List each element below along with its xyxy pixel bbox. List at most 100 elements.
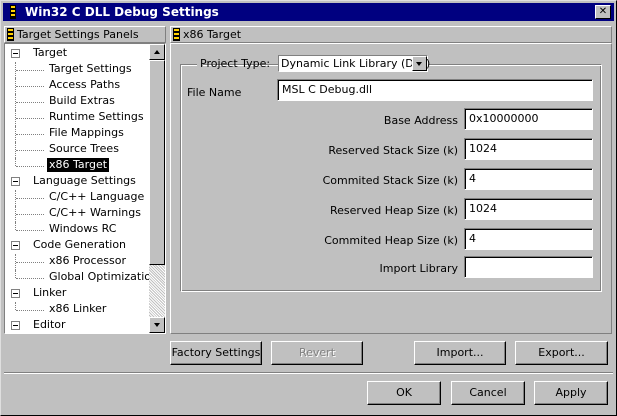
pin-icon [7,28,14,41]
scroll-thumb[interactable] [149,60,165,265]
project-type-legend: Project Type: [197,55,270,71]
collapse-icon[interactable] [11,321,20,330]
tree-item[interactable]: Source Trees [5,142,149,158]
close-icon: ✕ [598,6,608,17]
tree-item[interactable]: Global Optimizations [5,270,164,286]
scroll-up-button[interactable] [149,44,165,60]
tree-item-label-selected: x86 Target [47,158,110,172]
tree-item[interactable]: x86 Linker [5,302,149,318]
reserved-heap-field[interactable]: 1024 [464,198,593,220]
tree-connector [16,198,44,199]
tree-connector [15,158,16,166]
file-name-field[interactable]: MSL C Debug.dll [277,79,593,101]
apply-button[interactable]: Apply [534,381,608,405]
tree-item-label: x86 Processor [49,254,126,267]
commited-stack-field[interactable]: 4 [464,168,593,190]
cancel-button[interactable]: Cancel [451,381,525,405]
factory-settings-button[interactable]: Factory Settings [170,341,262,365]
base-address-label: Base Address [383,114,458,127]
ok-button[interactable]: OK [367,381,441,405]
tree-item[interactable]: C/C++ Warnings [5,206,149,222]
revert-button[interactable]: Revert [271,341,363,365]
tree-category-label: Linker [33,286,67,299]
collapse-icon[interactable] [11,49,20,58]
import-library-field[interactable] [464,256,593,278]
tree-connector [16,70,44,71]
tree-item-label: C/C++ Warnings [49,206,141,219]
tree-list: Target Target Settings Access Paths Build E… [5,44,164,333]
tree-item-label: Target Settings [49,62,132,75]
project-type-value: Dynamic Link Library (DLL) [281,57,431,70]
tree-item[interactable]: x86 Target [5,158,149,174]
panels-header-label: Target Settings Panels [17,28,139,41]
tree-scrollbar[interactable] [149,44,165,333]
tree-category[interactable]: Code Generation [5,238,149,254]
tree-item[interactable]: Windows RC [5,222,149,238]
collapse-icon[interactable] [11,177,20,186]
tree-category-label: Code Generation [33,238,127,251]
tree-item[interactable]: x86 Processor [5,254,149,270]
commited-heap-label: Commited Heap Size (k) [324,234,458,247]
tree-item-label: Source Trees [49,142,119,155]
arrow-up-icon [154,50,160,54]
tree-item[interactable]: C/C++ Language [5,190,149,206]
tree-item-label: C/C++ Language [49,190,145,203]
tree-item[interactable]: Access Paths [5,78,149,94]
tree-item[interactable]: Target Settings [5,62,149,78]
tree-connector [16,102,44,103]
tree-category[interactable]: Linker [5,286,149,302]
base-address-field[interactable]: 0x10000000 [464,108,593,130]
close-button[interactable]: ✕ [595,5,611,19]
tree-connector [16,230,44,231]
tree-connector [16,278,44,279]
reserved-stack-field[interactable]: 1024 [464,138,593,160]
tree-category-label: Target [33,46,68,59]
separator [4,372,613,374]
reserved-stack-label: Reserved Stack Size (k) [328,144,458,157]
commited-stack-label: Commited Stack Size (k) [322,174,458,187]
pin-icon [173,28,180,41]
tree-connector [16,86,44,87]
chevron-down-icon[interactable] [412,56,427,71]
scroll-down-button[interactable] [149,317,165,333]
settings-pin-icon [10,5,16,19]
commited-heap-field[interactable]: 4 [464,228,593,250]
tree-connector [16,214,44,215]
tree-item-label: Global Optimizations [49,270,164,283]
tree-category[interactable]: Editor [5,318,149,333]
project-type-select[interactable]: Dynamic Link Library (DLL) [278,55,431,72]
tree-category-label: Language Settings [33,174,136,187]
tree-item[interactable]: Build Extras [5,94,149,110]
tree-connector [16,166,44,167]
import-library-label: Import Library [379,262,458,275]
tree-item[interactable]: File Mappings [5,126,149,142]
tree-item-label: File Mappings [49,126,124,139]
window-title: Win32 C DLL Debug Settings [25,5,219,19]
tree-item-label: x86 Linker [49,302,107,315]
tree-connector [15,222,16,230]
panels-header: Target Settings Panels [4,26,166,43]
import-button[interactable]: Import... [414,341,506,365]
arrow-down-icon [154,323,160,327]
tree-category[interactable]: Language Settings [5,174,149,190]
export-button[interactable]: Export... [515,341,608,365]
target-panel-title: x86 Target [183,28,242,41]
tree-connector [16,310,44,311]
x86-target-panel: Project Type: Dynamic Link Library (DLL)… [170,43,612,334]
file-name-label: File Name [187,86,242,99]
tree-connector [16,150,44,151]
tree-item-label: Windows RC [49,222,117,235]
tree-item-label: Access Paths [49,78,121,91]
tree-connector [16,262,44,263]
title-bar[interactable]: Win32 C DLL Debug Settings ✕ [3,3,614,21]
settings-window: Win32 C DLL Debug Settings ✕ Target Sett… [0,0,617,416]
scroll-track[interactable] [149,265,165,317]
tree-connector [16,134,44,135]
tree-item[interactable]: Runtime Settings [5,110,149,126]
collapse-icon[interactable] [11,289,20,298]
tree-category[interactable]: Target [5,46,149,62]
tree-item-label: Runtime Settings [49,110,144,123]
collapse-icon[interactable] [11,241,20,250]
tree-item-label: Build Extras [49,94,115,107]
tree-category-label: Editor [33,318,66,331]
